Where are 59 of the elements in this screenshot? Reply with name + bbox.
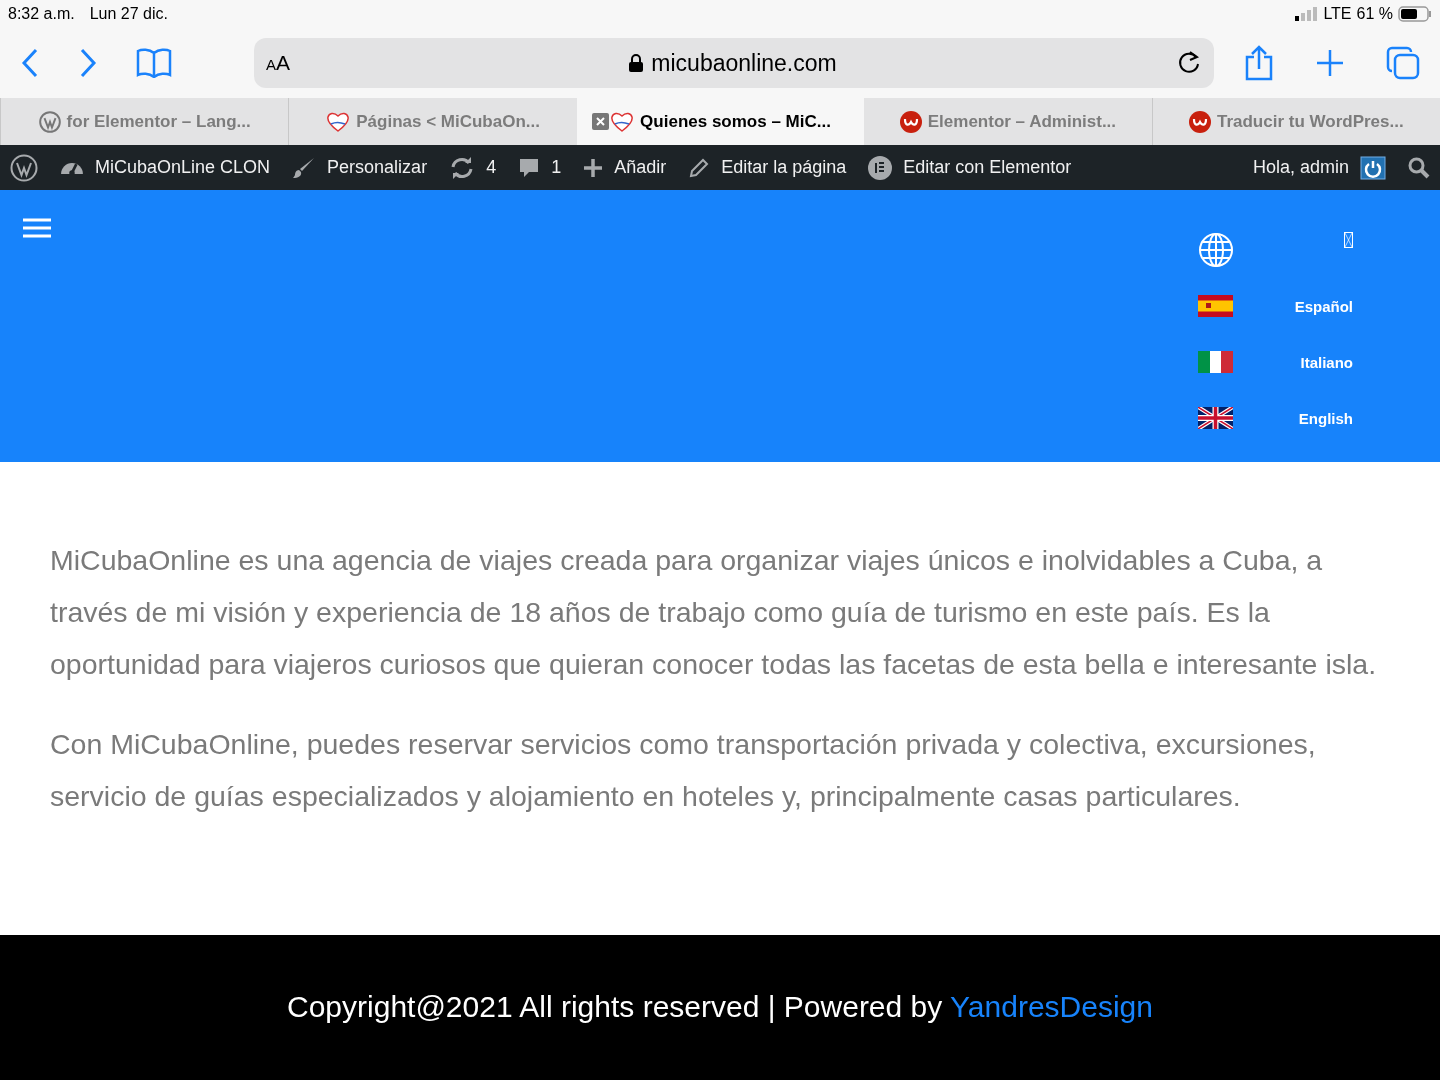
book-icon[interactable]: [136, 48, 172, 78]
copyright-text: Copyright@2021 All rights reserved | Powered by YandresDesign: [287, 989, 1153, 1024]
signal-icon: [1294, 7, 1319, 21]
brush-icon: [292, 155, 317, 180]
admin-bar-link[interactable]: Editar con Elementor: [903, 157, 1072, 178]
w-logo-icon: [1188, 110, 1211, 133]
admin-bar-link[interactable]: Editar la página: [721, 157, 847, 178]
heart-logo-icon: [610, 110, 635, 133]
spain-flag-icon: [1198, 295, 1233, 317]
wordpress-logo-icon[interactable]: [10, 153, 38, 182]
elementor-logo-icon: [868, 155, 893, 180]
admin-bar-link[interactable]: 4: [486, 157, 497, 178]
designer-link[interactable]: YandresDesign: [950, 989, 1153, 1023]
tab-title: Traducir tu WordPres...: [1216, 111, 1404, 132]
language-link[interactable]: Italiano: [1300, 353, 1353, 371]
pencil-icon: [688, 156, 711, 179]
lock-icon: [629, 54, 644, 72]
globe-icon[interactable]: [1197, 232, 1234, 268]
share-icon[interactable]: [1244, 45, 1274, 81]
url-text: micubaonline.com: [651, 49, 837, 77]
uk-flag-icon: [1198, 407, 1233, 429]
tabs-icon[interactable]: [1386, 46, 1420, 80]
admin-bar-link[interactable]: Añadir: [614, 157, 667, 178]
browser-tab[interactable]: Quienes somos – MiC...: [576, 98, 865, 145]
text-size-button[interactable]: AA: [266, 51, 291, 75]
search-icon[interactable]: [1408, 156, 1430, 179]
battery-percent: 61 %: [1356, 5, 1393, 23]
menu-icon[interactable]: [22, 218, 52, 238]
plus-icon: [583, 157, 604, 178]
close-icon[interactable]: [591, 113, 609, 130]
missing-glyph-icon: [1344, 232, 1353, 248]
plus-icon[interactable]: [1316, 49, 1344, 77]
battery-icon: [1398, 6, 1432, 22]
power-icon: [1360, 155, 1386, 180]
speech-bubble-icon: [518, 156, 541, 179]
tab-title: Páginas < MiCubaOn...: [356, 111, 540, 132]
italy-flag-icon: [1198, 351, 1233, 373]
tab-title: for Elementor – Lang...: [66, 111, 251, 132]
forward-icon[interactable]: [78, 48, 98, 78]
body-paragraph: Con MiCubaOnline, puedes reservar servicios como transportación privada y colectiva, excursiones, servicio de guías especializados y alojamiento en hoteles y, principalmente casas particulares.: [50, 727, 1317, 814]
admin-bar-link[interactable]: MiCubaOnLine CLON: [95, 157, 271, 178]
tab-title: Elementor – Administ...: [927, 111, 1117, 132]
wordpress-logo-icon: [38, 110, 61, 133]
tab-title: Quienes somos – MiC...: [640, 111, 831, 132]
admin-bar-link[interactable]: Personalizar: [327, 157, 428, 178]
status-time: 8:32 a.m.: [8, 5, 75, 23]
status-date: Lun 27 dic.: [89, 5, 168, 23]
network-label: LTE: [1323, 5, 1352, 23]
body-paragraph: MiCubaOnline es una agencia de viajes creada para organizar viajes únicos e inolvidables a Cuba, a través de mi visión y experiencia de 18 años de trabajo como guía de turismo en este país. Es la oportunidad para viajeros curiosos que quieran conocer todas las facetas de esta bella e interesante isla.: [50, 543, 1378, 682]
w-logo-icon: [899, 110, 922, 133]
address-bar[interactable]: AA micubaonline.com: [254, 38, 1214, 88]
heart-logo-icon: [326, 110, 351, 133]
greeting-link[interactable]: Hola, admin: [1252, 157, 1349, 178]
language-link[interactable]: English: [1298, 409, 1353, 427]
gauge-icon: [60, 161, 84, 174]
reload-icon[interactable]: [1176, 50, 1202, 76]
language-link[interactable]: Español: [1294, 297, 1353, 315]
admin-bar-link[interactable]: 1: [551, 157, 562, 178]
back-icon[interactable]: [20, 48, 40, 78]
